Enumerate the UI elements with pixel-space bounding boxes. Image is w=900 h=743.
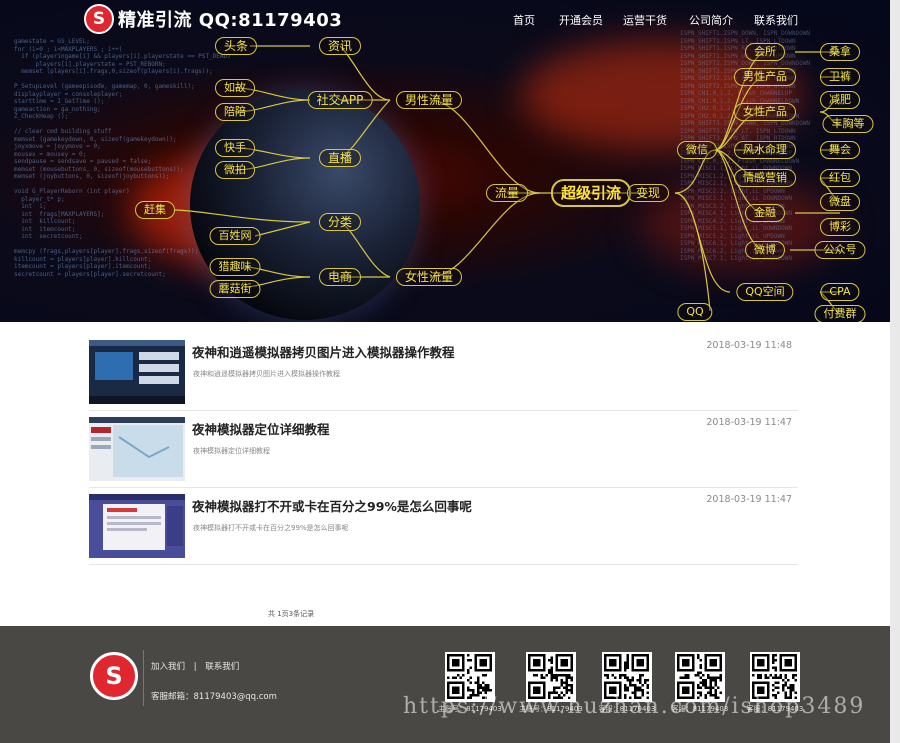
mindmap-node: 丰胸等	[822, 115, 874, 133]
mindmap-node: 微盘	[820, 193, 860, 211]
brand-logo-icon: S	[84, 4, 114, 34]
mindmap-node: 女性产品	[734, 103, 796, 121]
mindmap-node: 社交APP	[307, 91, 373, 109]
mindmap-node: 电商	[318, 268, 362, 286]
site-footer: S 加入我们 | 联系我们 客服邮箱：81179403@qq.com 主账号：8…	[0, 626, 890, 743]
mindmap-node: 百姓网	[209, 227, 261, 245]
mindmap-node: 如故	[215, 79, 255, 97]
article-date: 2018-03-19 11:47	[706, 417, 792, 428]
mindmap-node: 付费群	[814, 305, 866, 322]
mindmap-node: 分类	[318, 213, 362, 231]
list-item[interactable]: 夜神和逍遥模拟器拷贝图片进入模拟器操作教程 夜神和逍遥模拟器拷贝图片进入模拟器操…	[89, 336, 798, 411]
article-list: 夜神和逍遥模拟器拷贝图片进入模拟器操作教程 夜神和逍遥模拟器拷贝图片进入模拟器操…	[80, 322, 808, 626]
mindmap-node: 微博	[745, 241, 785, 259]
mindmap-node: 头条	[214, 37, 258, 55]
mindmap-node: 快手	[215, 139, 255, 157]
footer-divider	[143, 650, 144, 706]
mindmap-node: 变现	[626, 184, 670, 202]
mindmap-node: 公众号	[814, 241, 866, 259]
mindmap-node: 资讯	[318, 37, 362, 55]
list-item[interactable]: 夜神模拟器打不开或卡在百分之99%是怎么回事呢 夜神模拟器打不开或卡在百分之99…	[89, 490, 798, 565]
mindmap-node: QQ	[677, 303, 713, 321]
article-summary: 夜神模拟器定位详细教程	[193, 447, 270, 455]
mindmap-node: 男性产品	[734, 68, 796, 86]
mindmap-node: 情感营销	[734, 169, 796, 187]
nav-item-about[interactable]: 公司简介	[689, 12, 733, 28]
mindmap-node: 桑拿	[820, 43, 860, 61]
nav-item-operations[interactable]: 运营干货	[623, 12, 667, 28]
mindmap-node: 赶集	[135, 201, 175, 219]
mindmap-node: 猎趣味	[209, 258, 261, 276]
mindmap-node: 微拍	[215, 161, 255, 179]
footer-contact-link[interactable]: 联系我们	[205, 662, 239, 672]
hero-banner: gamestate = GS_LEVEL; for (i=0 ; i<MAXPL…	[0, 0, 890, 322]
article-title[interactable]: 夜神模拟器打不开或卡在百分之99%是怎么回事呢	[192, 496, 472, 515]
article-title[interactable]: 夜神和逍遥模拟器拷贝图片进入模拟器操作教程	[192, 342, 455, 361]
footer-links: 加入我们 | 联系我们	[151, 660, 239, 672]
mindmap-node: 金融	[745, 204, 785, 222]
mindmap-node: 红包	[820, 169, 860, 187]
nav-item-home[interactable]: 首页	[513, 12, 535, 28]
mindmap-node: QQ空间	[736, 283, 794, 301]
scroll-gutter	[890, 0, 900, 743]
article-date: 2018-03-19 11:47	[706, 494, 792, 505]
article-title[interactable]: 夜神模拟器定位详细教程	[192, 419, 330, 438]
article-thumbnail[interactable]	[89, 417, 185, 481]
mindmap-node: 会所	[745, 43, 785, 61]
article-summary: 夜神模拟器打不开或卡在百分之99%是怎么回事呢	[193, 524, 349, 532]
mindmap-node: 陪陪	[215, 103, 255, 121]
watermark-text: https://www.huzhan.com/ishop3489	[403, 694, 866, 719]
list-item[interactable]: 夜神模拟器定位详细教程 夜神模拟器定位详细教程 2018-03-19 11:47	[89, 413, 798, 488]
article-summary: 夜神和逍遥模拟器拷贝图片进入模拟器操作教程	[193, 370, 340, 378]
footer-join-link[interactable]: 加入我们	[151, 662, 185, 672]
nav-item-membership[interactable]: 开通会员	[559, 12, 603, 28]
mindmap-center-node: 超级引流	[550, 179, 632, 207]
site-logo[interactable]: S 精准引流 QQ:81179403	[84, 4, 342, 34]
footer-logo-icon: S	[90, 652, 138, 700]
mindmap-node: 男性流量	[395, 91, 463, 109]
mindmap-node: 风水命理	[734, 141, 796, 159]
mindmap-node: 微信	[677, 141, 717, 159]
mindmap-node: 博彩	[820, 218, 860, 236]
footer-link-separator: |	[193, 662, 197, 672]
article-thumbnail[interactable]	[89, 340, 185, 404]
pagination-info: 共 1页3条记录	[268, 610, 315, 618]
mindmap-node: 舞会	[820, 141, 860, 159]
article-thumbnail[interactable]	[89, 494, 185, 558]
mindmap-node: CPA	[820, 283, 860, 301]
mindmap-node: 直播	[318, 149, 362, 167]
site-title: 精准引流 QQ:81179403	[118, 10, 343, 31]
mindmap-node: 蘑菇街	[209, 280, 261, 298]
nav-item-contact[interactable]: 联系我们	[754, 12, 798, 28]
page: gamestate = GS_LEVEL; for (i=0 ; i<MAXPL…	[0, 0, 890, 743]
mindmap-node: 减肥	[820, 91, 860, 109]
mindmap-node: 女性流量	[395, 268, 463, 286]
article-date: 2018-03-19 11:48	[706, 340, 792, 351]
mindmap-node: 卫裤	[820, 68, 860, 86]
footer-email: 客服邮箱：81179403@qq.com	[151, 692, 277, 702]
mindmap-node: 流量	[485, 184, 529, 202]
